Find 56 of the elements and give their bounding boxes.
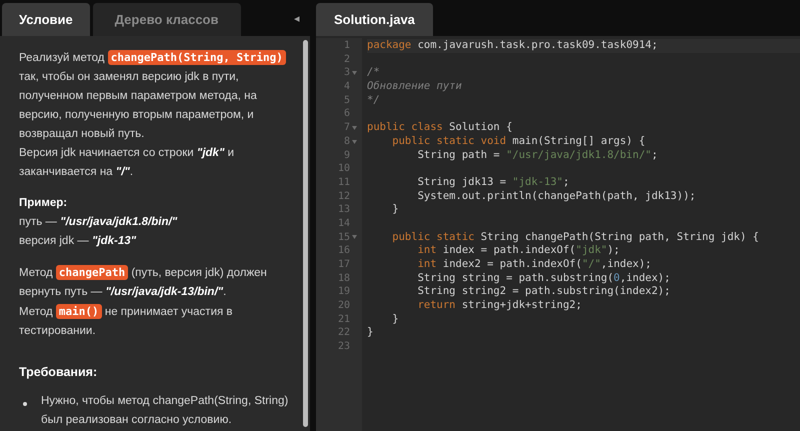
code-line: public static void main(String[] args) {: [391, 134, 646, 147]
code-line: package com.javarush.task.pro.task09.task0914;: [367, 39, 658, 51]
code-line: return string+jdk+string2;: [416, 299, 582, 312]
line-number: 1: [344, 39, 350, 53]
file-tab[interactable]: Solution.java: [316, 3, 433, 36]
code-line: Обновление пути: [367, 80, 462, 92]
line-number: 14: [338, 216, 350, 231]
line-number: 12: [338, 190, 350, 204]
code-line: */: [367, 94, 380, 106]
code-line: System.out.println(changePath(path, jdk13));: [416, 190, 696, 202]
fold-icon[interactable]: [352, 126, 356, 130]
fold-icon[interactable]: [352, 71, 356, 76]
line-number: 11: [338, 176, 350, 190]
line-number: 23: [338, 340, 350, 354]
code-line: public static String changePath(String path, String jdk) {: [391, 230, 759, 243]
requirements-heading: Требования:: [19, 364, 98, 381]
description-paragraph: Метод changePath (путь, версия jdk) должен вернуть путь — "/usr/java/jdk-13/bin/". Метод main() не принимает участия в тестировании.: [19, 264, 268, 339]
line-number: 9: [344, 148, 350, 162]
line-number: 13: [338, 203, 350, 217]
line-number: 6: [344, 107, 350, 122]
panel-tab[interactable]: Дерево классов: [92, 3, 240, 36]
line-number: 8: [344, 134, 350, 149]
code-line: String string = path.substring(0,index);: [416, 272, 670, 284]
code-line: public class Solution {: [367, 121, 512, 134]
line-number: 2: [344, 52, 350, 66]
code-line: /*: [367, 66, 380, 78]
line-number: 17: [338, 258, 350, 272]
code-line: }: [391, 203, 399, 216]
fold-icon[interactable]: [352, 235, 356, 240]
panel-tab[interactable]: Условие: [2, 3, 90, 36]
line-number: 3: [344, 66, 350, 80]
code-line: int index2 = path.indexOf("/",index);: [416, 258, 652, 270]
line-number: 7: [344, 121, 350, 135]
code-line: int index = path.indexOf("jdk");: [416, 244, 620, 256]
code-line: }: [391, 312, 399, 325]
code-line: }: [367, 326, 374, 338]
scrollbar[interactable]: [303, 40, 308, 427]
line-number: 10: [338, 162, 350, 176]
bullet-icon: [23, 402, 27, 406]
line-number: 16: [338, 244, 350, 258]
line-number: 21: [338, 312, 350, 326]
line-number: 20: [338, 299, 350, 313]
description-paragraph: Пример: путь — "/usr/java/jdk1.8/bin/" версия jdk — "jdk-13": [19, 196, 178, 249]
line-number: 4: [344, 80, 350, 94]
collapse-button[interactable]: ◂: [288, 3, 306, 36]
description-paragraph: Реализуй метод changePath(String, String) так, чтобы он заменял версию jdk в пути, полученном первым параметром метода, на версию, полученную вторым параметром, и возвращал новый путь. Версия jdk начинается со строки "jdk" и заканчивается на "/".: [19, 48, 297, 182]
line-number: 5: [344, 94, 350, 108]
fold-icon[interactable]: [352, 140, 356, 144]
line-number: 15: [338, 230, 350, 244]
line-number: 18: [338, 272, 350, 286]
line-number: 22: [338, 326, 350, 340]
line-number: 19: [338, 285, 350, 300]
code-line: String jdk13 = "jdk-13";: [416, 176, 570, 188]
requirement-text: Нужно, чтобы метод changePath(String, String) был реализован согласно условию.: [41, 394, 290, 428]
code-line: String path = "/usr/java/jdk1.8/bin/";: [416, 148, 658, 160]
code-line: String string2 = path.substring(index2);: [416, 285, 670, 298]
